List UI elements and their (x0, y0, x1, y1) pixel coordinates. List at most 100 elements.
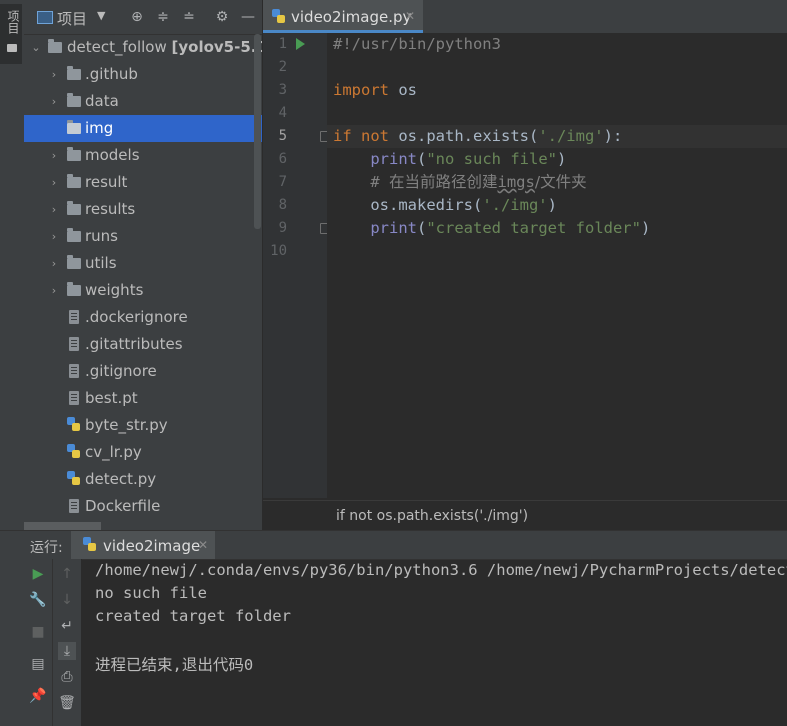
view-dropdown-icon[interactable]: ▼ (97, 9, 105, 22)
tree-item-file[interactable]: Dockerfile (24, 493, 262, 520)
wrench-icon[interactable]: 🔧 (29, 591, 47, 609)
tree-item-folder[interactable]: › results (24, 196, 262, 223)
code-line-8: os.makedirs('./img') (333, 194, 557, 217)
line-number: 2 (278, 59, 287, 75)
tree-item-label: .github (85, 65, 138, 83)
chevron-right-icon[interactable]: › (48, 169, 60, 196)
tree-horizontal-scrollbar[interactable] (24, 522, 101, 530)
tree-item-label: results (85, 200, 136, 218)
text-file-icon (69, 310, 79, 324)
chevron-right-icon[interactable]: › (48, 277, 60, 304)
python-file-icon (272, 9, 286, 25)
tree-item-label: .gitignore (85, 362, 157, 380)
chevron-right-icon[interactable]: › (48, 223, 60, 250)
gear-icon[interactable]: ⚙ (214, 9, 230, 25)
tree-item-folder[interactable]: › weights (24, 277, 262, 304)
line-number: 1 (278, 36, 287, 52)
tree-item-file[interactable]: .dockerignore (24, 304, 262, 331)
project-tool-tab[interactable]: 项目 (0, 4, 22, 64)
tree-item-file[interactable]: .gitignore (24, 358, 262, 385)
close-icon[interactable]: ✕ (405, 9, 415, 23)
tree-item-label: best.pt (85, 389, 138, 407)
string-literal: './img' (482, 196, 548, 214)
punctuation: ) (640, 219, 651, 237)
tree-scrollbar[interactable] (254, 34, 261, 229)
tree-item-folder[interactable]: › utils (24, 250, 262, 277)
stop-icon[interactable]: ■ (29, 623, 47, 641)
run-toolbar-primary: ▶ 🔧 ■ ▤ 📌 (24, 559, 53, 726)
python-file-icon (83, 537, 97, 553)
tree-item-folder[interactable]: › .github (24, 61, 262, 88)
tree-item-folder[interactable]: › result (24, 169, 262, 196)
code-line-6: print("no such file") (333, 148, 566, 171)
builtin-function: print (333, 219, 417, 237)
collapse-all-icon[interactable]: ≐ (181, 9, 197, 25)
project-panel-header: 项目 ▼ ⊕ ≑ ≐ ⚙ — (24, 0, 262, 35)
project-view-label[interactable]: 项目 (57, 8, 87, 29)
tree-item-file[interactable]: cv_lr.py (24, 439, 262, 466)
trash-icon[interactable]: 🗑 (58, 694, 76, 712)
keyword: import (333, 81, 389, 99)
punctuation: ( (417, 219, 427, 237)
tree-item-file[interactable]: best.pt (24, 385, 262, 412)
arrow-down-icon[interactable]: ↓ (58, 591, 76, 609)
tree-item-folder[interactable]: › runs (24, 223, 262, 250)
tree-item-label: utils (85, 254, 117, 272)
line-number: 5 (278, 128, 287, 144)
editor-tab-label: video2image.py (291, 8, 412, 26)
comment: 在当前路径创建 (389, 173, 498, 191)
tree-item-label: .gitattributes (85, 335, 183, 353)
root-name: detect_follow (67, 38, 167, 56)
tree-item-folder[interactable]: › models (24, 142, 262, 169)
soft-wrap-icon[interactable]: ↵ (58, 617, 76, 635)
punctuation: ) (557, 150, 567, 168)
tree-item-folder[interactable]: › data (24, 88, 262, 115)
folder-icon (67, 174, 81, 188)
project-view-icon (37, 11, 53, 24)
breadcrumb[interactable]: if not os.path.exists('./img') (263, 500, 787, 531)
tree-item-label: detect.py (85, 470, 157, 488)
punctuation: ( (417, 150, 427, 168)
tree-item-file[interactable]: .gitattributes (24, 331, 262, 358)
rerun-icon[interactable]: ▶ (29, 565, 47, 583)
scroll-to-end-icon[interactable]: ⤓ (58, 642, 76, 660)
chevron-right-icon[interactable]: › (48, 88, 60, 115)
run-line-icon[interactable] (296, 38, 305, 50)
string-literal: './img' (538, 127, 604, 145)
run-tab[interactable]: video2image ✕ (71, 531, 215, 559)
left-tool-strip: 项目 (0, 0, 25, 530)
line-number: 3 (278, 82, 287, 98)
close-icon[interactable]: ✕ (198, 538, 208, 552)
tree-item-file[interactable]: detect.py (24, 466, 262, 493)
editor-tab-active[interactable]: video2image.py ✕ (263, 0, 423, 33)
pin-icon[interactable]: 📌 (29, 687, 47, 705)
folder-icon (7, 44, 17, 52)
tree-item-root[interactable]: ⌄ detect_follow [yolov5-5.0] (24, 34, 262, 61)
line-number: 8 (278, 197, 287, 213)
code-line-9: print("created target folder") (333, 217, 650, 240)
chevron-down-icon[interactable]: ⌄ (30, 34, 42, 61)
chevron-right-icon[interactable]: › (48, 250, 60, 277)
hide-panel-icon[interactable]: — (240, 9, 256, 25)
code-editor[interactable]: #!/usr/bin/python3 import os if not os.p… (327, 33, 787, 498)
tree-item-label: weights (85, 281, 144, 299)
expand-all-icon[interactable]: ≑ (155, 9, 171, 25)
layout-icon[interactable]: ▤ (29, 655, 47, 673)
builtin-function: print (333, 150, 417, 168)
string-literal: "no such file" (426, 150, 557, 168)
breadcrumb-text[interactable]: if not os.path.exists('./img') (336, 508, 528, 524)
line-number: 4 (278, 105, 287, 121)
chevron-right-icon[interactable]: › (48, 196, 60, 223)
console-output[interactable]: /home/newj/.conda/envs/py36/bin/python3.… (82, 559, 787, 726)
locate-file-icon[interactable]: ⊕ (129, 9, 145, 25)
chevron-right-icon[interactable]: › (48, 142, 60, 169)
print-icon[interactable]: ⎙ (58, 668, 76, 686)
arrow-up-icon[interactable]: ↑ (58, 565, 76, 583)
line-number: 7 (278, 174, 287, 190)
tree-item-file[interactable]: byte_str.py (24, 412, 262, 439)
text-file-icon (69, 391, 79, 405)
folder-icon (67, 228, 81, 242)
chevron-right-icon[interactable]: › (48, 61, 60, 88)
folder-icon (67, 120, 81, 134)
tree-item-folder-selected[interactable]: img (24, 115, 262, 142)
